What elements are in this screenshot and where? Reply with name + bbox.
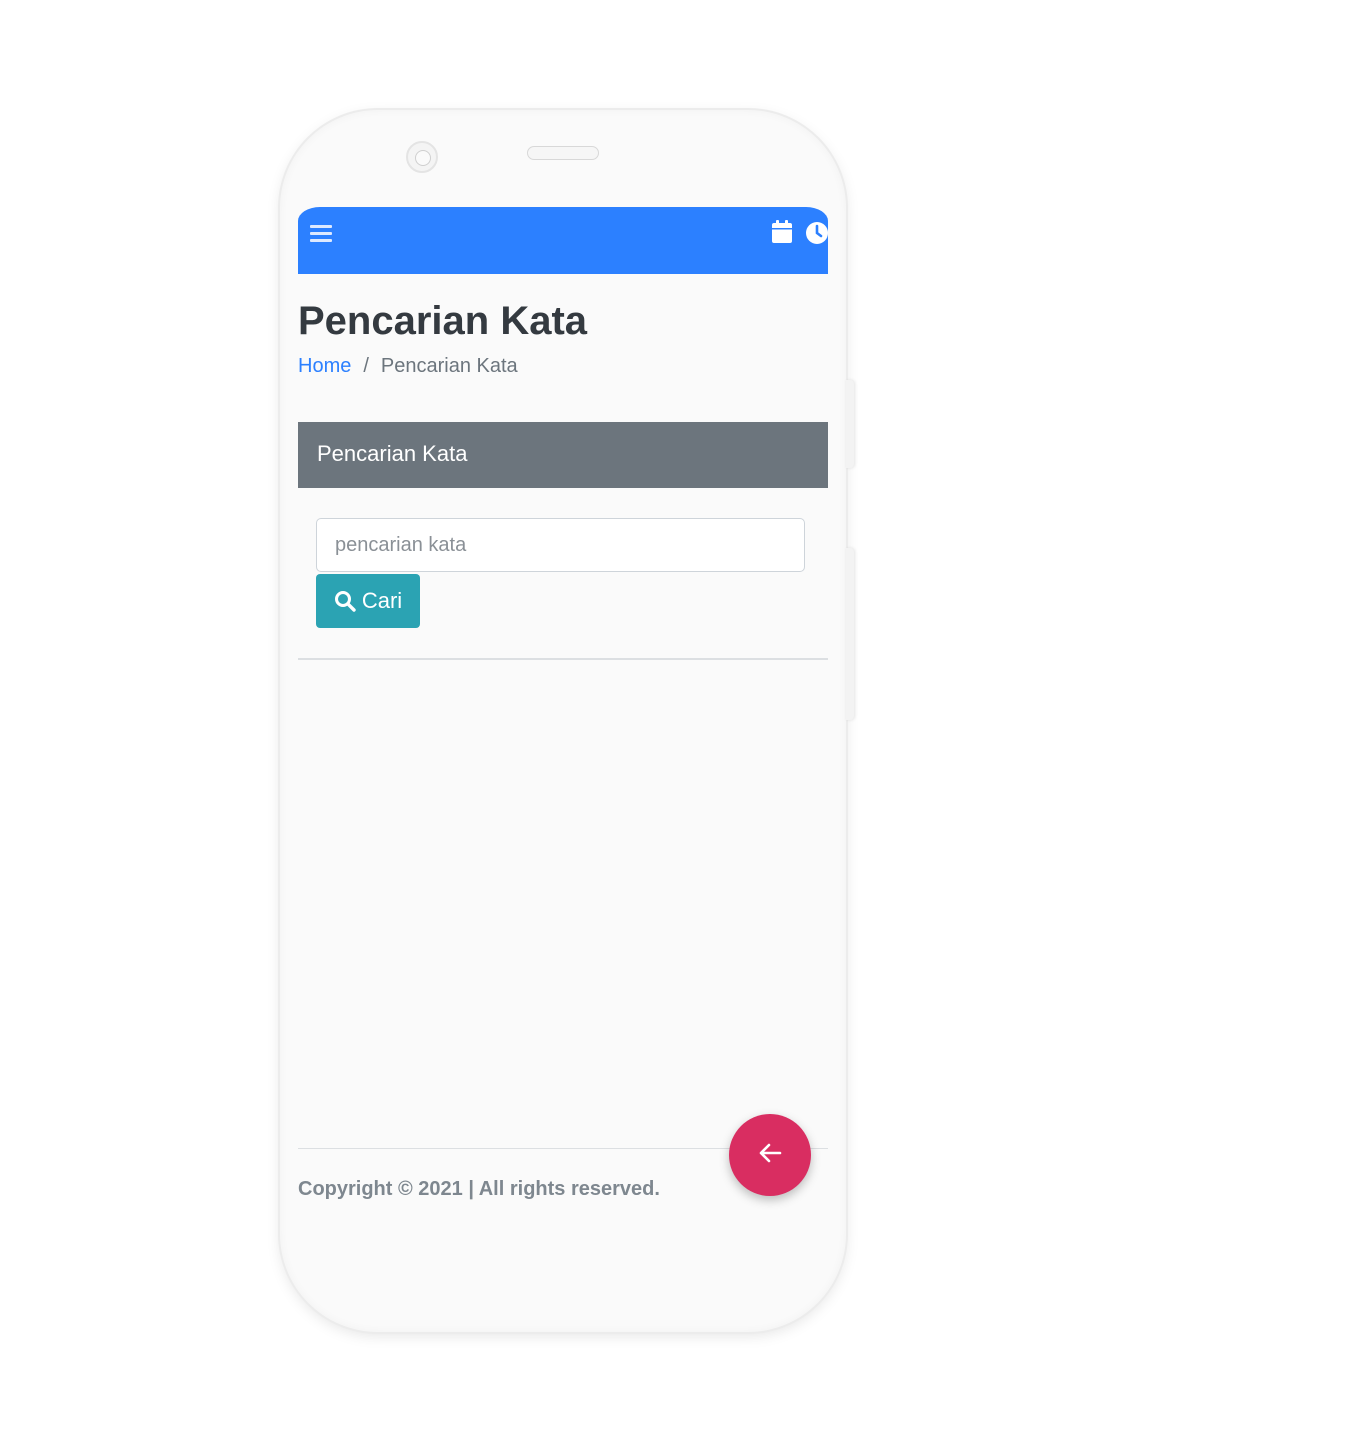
back-fab-button[interactable] — [729, 1114, 811, 1196]
search-button-label: Cari — [361, 588, 403, 613]
footer-copyright: Copyright © 2021 | All rights reserved. — [298, 1178, 660, 1200]
search-button[interactable]: Cari — [316, 574, 420, 628]
phone-camera — [406, 141, 438, 173]
search-icon — [334, 590, 356, 612]
phone-side-button-upper — [846, 380, 854, 468]
page-title: Pencarian Kata — [298, 299, 588, 343]
calendar-icon[interactable] — [771, 220, 793, 244]
breadcrumb-separator: / — [363, 355, 369, 377]
search-input[interactable] — [316, 518, 805, 572]
card-header: Pencarian Kata — [298, 422, 828, 488]
breadcrumb-home-link[interactable]: Home — [298, 355, 351, 377]
phone-screen: Pencarian Kata Home / Pencarian Kata Penca… — [298, 207, 828, 1237]
clock-icon[interactable] — [805, 221, 828, 245]
breadcrumb: Home / Pencarian Kata — [298, 355, 518, 378]
phone-side-button-lower — [846, 548, 854, 720]
phone-speaker — [527, 146, 599, 160]
arrow-left-icon — [756, 1139, 784, 1171]
top-navbar — [298, 207, 828, 274]
card-header-title: Pencarian Kata — [317, 441, 468, 466]
breadcrumb-current: Pencarian Kata — [380, 355, 518, 377]
card-divider — [298, 658, 828, 660]
hamburger-icon[interactable] — [310, 223, 332, 245]
